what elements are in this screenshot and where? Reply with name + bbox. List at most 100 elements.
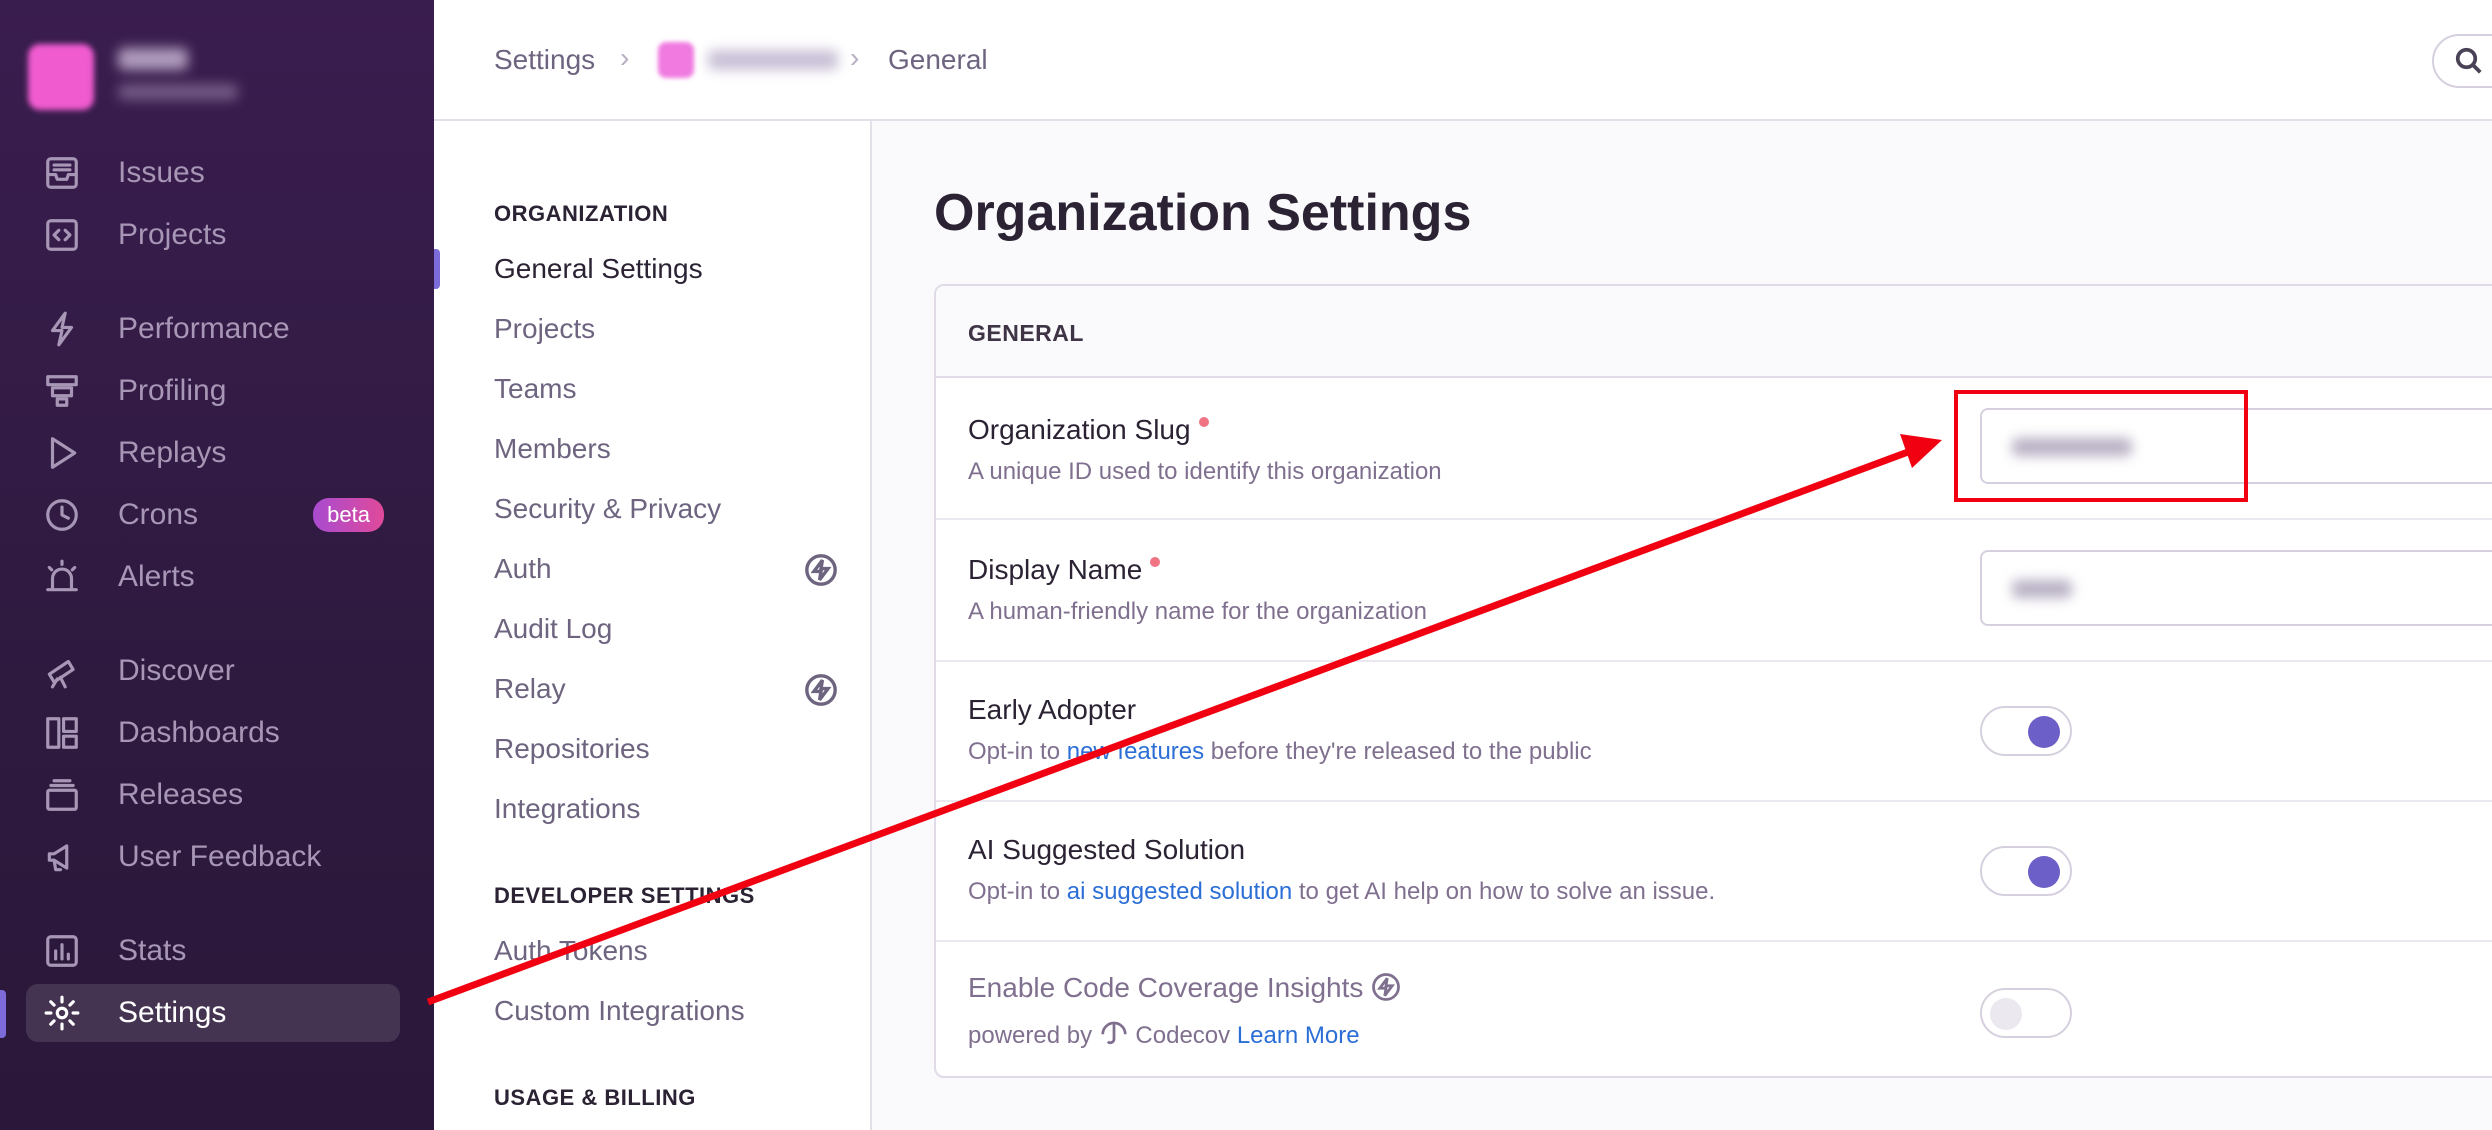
field-label-text: Display Name (968, 554, 1143, 585)
field-label: Display Name (968, 554, 1161, 586)
code-coverage-toggle[interactable] (1980, 988, 2072, 1038)
early-adopter-toggle[interactable] (1980, 706, 2072, 756)
codecov-brand: Codecov (1135, 1022, 1231, 1049)
sidebar-item-label: Performance (118, 312, 290, 345)
sidebar-item-label: Alerts (118, 560, 195, 593)
nav-repositories[interactable]: Repositories (494, 733, 650, 765)
sidebar-item-user-feedback[interactable]: User Feedback (26, 828, 400, 886)
breadcrumb-current: General (888, 44, 988, 75)
help-text: Opt-in to (968, 878, 1067, 905)
field-label: Enable Code Coverage Insights (968, 972, 1401, 1004)
dashboard-icon (26, 714, 98, 752)
ai-suggested-solution-link[interactable]: ai suggested solution (1067, 878, 1293, 905)
nav-custom-integrations[interactable]: Custom Integrations (494, 995, 745, 1027)
lightning-icon (26, 310, 98, 348)
sidebar-item-replays[interactable]: Replays (26, 424, 400, 482)
field-help: powered by Codecov Learn More (968, 1018, 1360, 1050)
toggle-knob (2028, 856, 2060, 888)
user-name-redacted (118, 84, 238, 100)
help-text: to get AI help on how to solve an issue. (1292, 878, 1716, 905)
toggle-knob (2028, 716, 2060, 748)
nav-integrations[interactable]: Integrations (494, 793, 640, 825)
annotation-highlight-box (1954, 390, 2248, 502)
codecov-umbrella-icon (1099, 1021, 1129, 1049)
field-code-coverage: Enable Code Coverage Insights powered by… (936, 942, 2492, 1080)
nav-heading-developer-settings: DEVELOPER SETTINGS (494, 883, 755, 908)
panel-header: GENERAL (936, 286, 2492, 378)
nav-security-privacy[interactable]: Security & Privacy (494, 493, 721, 525)
stack-icon (26, 776, 98, 814)
upgrade-bolt-icon (804, 673, 838, 707)
sidebar-item-label: User Feedback (118, 840, 322, 873)
sidebar: Issues Projects Performance Profiling Re… (0, 0, 434, 1130)
learn-more-link[interactable]: Learn More (1237, 1022, 1360, 1049)
org-avatar[interactable] (28, 44, 94, 110)
sidebar-item-stats[interactable]: Stats (26, 922, 400, 980)
active-indicator (0, 990, 6, 1038)
nav-general-settings[interactable]: General Settings (494, 253, 703, 285)
code-folder-icon (26, 216, 98, 254)
sidebar-item-projects[interactable]: Projects (26, 206, 400, 264)
nav-relay[interactable]: Relay (494, 673, 566, 705)
org-name-redacted (118, 48, 188, 70)
settings-navigation: ORGANIZATION General Settings Projects T… (434, 121, 872, 1130)
sidebar-item-alerts[interactable]: Alerts (26, 548, 400, 606)
field-label: AI Suggested Solution (968, 834, 1246, 865)
sidebar-item-dashboards[interactable]: Dashboards (26, 704, 400, 762)
sidebar-item-performance[interactable]: Performance (26, 300, 400, 358)
nav-teams[interactable]: Teams (494, 373, 576, 405)
field-early-adopter: Early Adopter Opt-in to new features bef… (936, 662, 2492, 802)
sidebar-item-label: Discover (118, 654, 235, 687)
sidebar-item-label: Stats (118, 934, 187, 967)
bar-chart-icon (26, 932, 98, 970)
sidebar-item-issues[interactable]: Issues (26, 144, 400, 202)
sidebar-item-label: Issues (118, 156, 205, 189)
required-indicator (1150, 557, 1161, 567)
search-icon (2455, 47, 2482, 74)
sidebar-item-label: Profiling (118, 374, 227, 407)
search-button[interactable] (2432, 34, 2492, 88)
nav-heading-usage-billing: USAGE & BILLING (494, 1085, 696, 1110)
breadcrumb-settings[interactable]: Settings (494, 44, 595, 76)
field-label-text: Organization Slug (968, 414, 1191, 445)
panel-title: GENERAL (968, 320, 1084, 346)
display-name-input[interactable] (1980, 550, 2492, 626)
active-indicator (434, 249, 440, 289)
siren-icon (26, 558, 98, 596)
sidebar-item-label: Dashboards (118, 716, 280, 749)
field-ai-suggested-solution: AI Suggested Solution Opt-in to ai sugge… (936, 802, 2492, 942)
sidebar-item-discover[interactable]: Discover (26, 642, 400, 700)
field-help: A human-friendly name for the organizati… (968, 598, 1427, 625)
sidebar-item-crons[interactable]: Crons beta (26, 486, 400, 544)
help-text: before they're released to the public (1204, 738, 1592, 765)
sidebar-item-releases[interactable]: Releases (26, 766, 400, 824)
breadcrumb-org-redacted[interactable] (708, 50, 838, 70)
sidebar-item-label: Settings (118, 996, 227, 1029)
main-content: Organization Settings GENERAL Organizati… (872, 121, 2492, 1130)
sidebar-item-label: Crons (118, 498, 199, 531)
general-panel: GENERAL Organization Slug A unique ID us… (934, 284, 2492, 1078)
help-text: Opt-in to (968, 738, 1067, 765)
sidebar-item-settings[interactable]: Settings (26, 984, 400, 1042)
gear-icon (26, 994, 98, 1032)
toggle-knob (1990, 998, 2022, 1030)
inbox-icon (26, 154, 98, 192)
breadcrumb-org-avatar[interactable] (658, 42, 694, 78)
profiling-icon (26, 372, 98, 410)
required-indicator (1198, 417, 1209, 427)
ai-suggested-solution-toggle[interactable] (1980, 846, 2072, 896)
new-features-link[interactable]: new features (1067, 738, 1204, 765)
sidebar-item-profiling[interactable]: Profiling (26, 362, 400, 420)
nav-auth[interactable]: Auth (494, 553, 552, 585)
nav-heading-organization: ORGANIZATION (494, 201, 669, 226)
sidebar-item-label: Releases (118, 778, 244, 811)
clock-icon (26, 496, 98, 534)
nav-projects[interactable]: Projects (494, 313, 595, 345)
help-text: powered by (968, 1022, 1093, 1049)
nav-audit-log[interactable]: Audit Log (494, 613, 612, 645)
sidebar-item-label: Projects (118, 218, 227, 251)
nav-members[interactable]: Members (494, 433, 611, 465)
nav-auth-tokens[interactable]: Auth Tokens (494, 935, 648, 967)
page-title: Organization Settings (934, 184, 1472, 242)
top-bar: Settings › › General (434, 0, 2492, 121)
